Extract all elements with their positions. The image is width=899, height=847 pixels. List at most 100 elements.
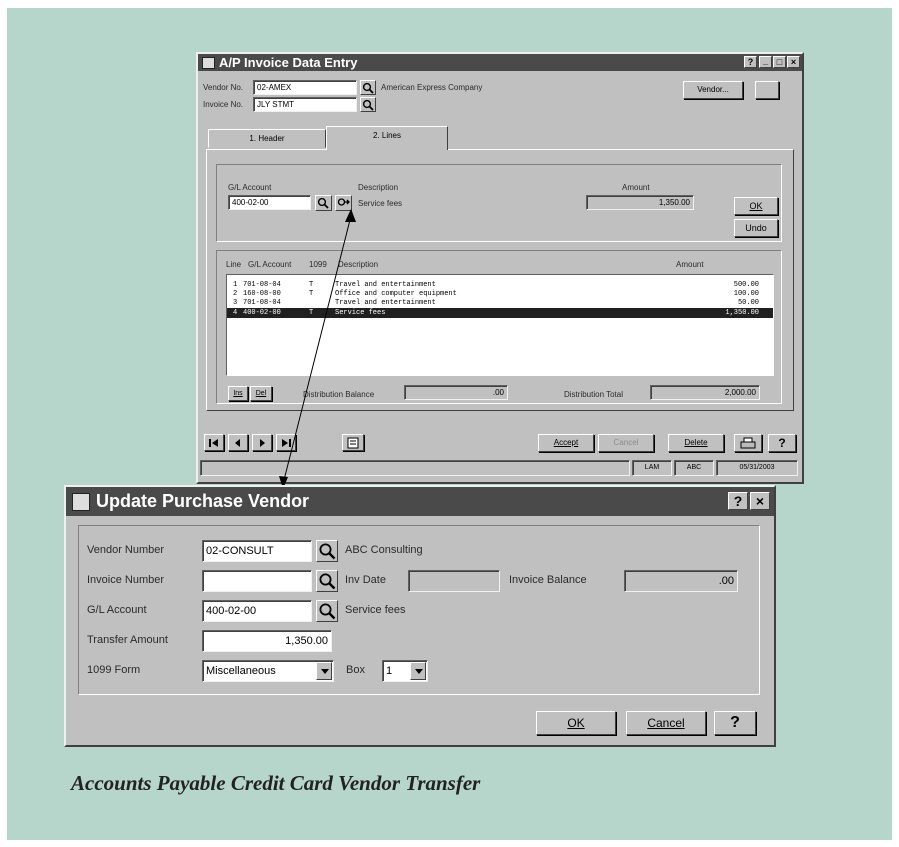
gl-account-field[interactable]: 400-02-00 xyxy=(228,195,311,210)
table-row-selected[interactable]: 4 400-02-00 T Service fees 1,350.00 xyxy=(227,308,773,318)
last-record-icon xyxy=(282,439,291,447)
grid-header-1099: 1099 xyxy=(309,260,327,269)
invoice-balance-label: Invoice Balance xyxy=(509,574,587,586)
form-1099-label: 1099 Form xyxy=(87,664,141,676)
status-company: ABC xyxy=(674,460,714,476)
invoice-window: A/P Invoice Data Entry ? _ □ × Vendor No… xyxy=(196,52,804,484)
gl-account-label: G/L Account xyxy=(228,183,272,192)
distribution-total-label: Distribution Total xyxy=(564,390,623,399)
printer-icon xyxy=(740,437,756,449)
gl-description: Service fees xyxy=(345,604,406,616)
app-icon xyxy=(72,492,90,511)
row-line: 1 xyxy=(233,281,238,289)
tab-lines[interactable]: 2. Lines xyxy=(326,126,448,150)
status-date: 05/31/2003 xyxy=(716,460,798,476)
close-button[interactable]: × xyxy=(787,56,800,68)
delete-button[interactable]: Delete xyxy=(668,434,724,452)
inv-date-label: Inv Date xyxy=(345,574,386,586)
form-1099-select[interactable]: Miscellaneous xyxy=(202,660,334,682)
grid-header-amount: Amount xyxy=(676,260,704,269)
status-user: LAM xyxy=(632,460,672,476)
table-row[interactable]: 1 701-08-04 T Travel and entertainment 5… xyxy=(227,281,773,290)
memo-button[interactable] xyxy=(342,434,364,451)
gl-lookup-button[interactable] xyxy=(316,600,338,622)
magnifier-icon xyxy=(319,543,336,560)
transfer-amount-field[interactable]: 1,350.00 xyxy=(202,630,332,652)
first-record-icon xyxy=(209,439,218,447)
row-1099: T xyxy=(309,290,314,298)
box-dropdown-icon[interactable] xyxy=(410,662,426,680)
memo-icon xyxy=(347,437,359,449)
row-1099: T xyxy=(309,309,314,317)
previous-icon xyxy=(235,439,240,447)
close-button[interactable]: × xyxy=(750,492,770,510)
invoice-titlebar: A/P Invoice Data Entry ? _ □ × xyxy=(198,54,802,71)
first-record-button[interactable] xyxy=(204,434,224,451)
vendor-number-label: Vendor Number xyxy=(87,544,165,556)
status-message xyxy=(200,460,630,476)
row-description: Travel and entertainment xyxy=(335,299,436,307)
row-description: Travel and entertainment xyxy=(335,281,436,289)
gl-lookup-button[interactable] xyxy=(315,195,332,211)
vendor-no-field[interactable]: 02-AMEX xyxy=(253,80,357,95)
figure-caption: Accounts Payable Credit Card Vendor Tran… xyxy=(71,771,481,795)
help-button[interactable]: ? xyxy=(714,711,756,735)
row-line: 2 xyxy=(233,290,238,298)
undo-button[interactable]: Undo xyxy=(734,219,778,237)
previous-record-button[interactable] xyxy=(228,434,248,451)
row-amount: 50.00 xyxy=(737,299,759,307)
app-icon xyxy=(202,56,215,69)
grid-header-gl-account: G/L Account xyxy=(248,260,292,269)
transfer-vendor-button[interactable] xyxy=(335,195,352,211)
invoice-lookup-button[interactable] xyxy=(316,570,338,592)
table-row[interactable]: 2 160-08-00 T Office and computer equipm… xyxy=(227,290,773,299)
last-record-button[interactable] xyxy=(276,434,296,451)
form-1099-dropdown-icon[interactable] xyxy=(316,662,332,680)
vendor-extra-button[interactable] xyxy=(755,81,779,99)
row-gl: 400-02-00 xyxy=(243,309,281,317)
vendor-number-field[interactable]: 02-CONSULT xyxy=(202,540,312,562)
magnifier-icon xyxy=(319,573,336,590)
tab-header[interactable]: 1. Header xyxy=(208,129,326,148)
minimize-button[interactable]: _ xyxy=(759,56,772,68)
inv-date-field xyxy=(408,570,500,592)
vendor-name: American Express Company xyxy=(381,83,483,92)
maximize-button[interactable]: □ xyxy=(773,56,786,68)
row-description: Office and computer equipment xyxy=(335,290,457,298)
lines-grid[interactable]: 1 701-08-04 T Travel and entertainment 5… xyxy=(226,274,774,376)
invoice-number-field[interactable] xyxy=(202,570,312,592)
update-vendor-dialog: Update Purchase Vendor ? × Vendor Number… xyxy=(64,485,776,747)
amount-field[interactable]: 1,350.00 xyxy=(586,195,694,210)
invoice-no-field[interactable]: JLY STMT xyxy=(253,97,357,112)
invoice-number-label: Invoice Number xyxy=(87,574,165,586)
delete-line-button[interactable]: Del xyxy=(250,386,272,401)
ok-button[interactable]: OK xyxy=(734,197,778,215)
update-titlebar: Update Purchase Vendor ? × xyxy=(66,487,774,516)
row-gl: 160-08-00 xyxy=(243,290,281,298)
table-row[interactable]: 3 701-08-04 Travel and entertainment 50.… xyxy=(227,299,773,308)
insert-line-button[interactable]: Ins xyxy=(228,386,248,401)
accept-button[interactable]: Accept xyxy=(538,434,594,452)
cancel-button[interactable]: Cancel xyxy=(626,711,706,735)
gl-account-field[interactable]: 400-02-00 xyxy=(202,600,312,622)
next-icon xyxy=(260,439,265,447)
vendor-button[interactable]: Vendor... xyxy=(683,81,743,99)
help-button[interactable]: ? xyxy=(768,434,796,452)
next-record-button[interactable] xyxy=(252,434,272,451)
vendor-lookup-button[interactable] xyxy=(360,80,376,95)
cancel-button[interactable]: Cancel xyxy=(598,434,654,452)
magnifier-icon xyxy=(317,197,329,209)
print-button[interactable] xyxy=(734,434,762,452)
box-label: Box xyxy=(346,664,365,676)
invoice-window-title: A/P Invoice Data Entry xyxy=(219,55,358,70)
help-title-button[interactable]: ? xyxy=(728,492,748,510)
vendor-lookup-button[interactable] xyxy=(316,540,338,562)
ok-button[interactable]: OK xyxy=(536,711,616,735)
distribution-balance-field: .00 xyxy=(404,385,508,400)
transfer-icon xyxy=(337,198,350,206)
vendor-no-label: Vendor No. xyxy=(203,83,244,92)
description-value: Service fees xyxy=(358,199,403,208)
help-title-button[interactable]: ? xyxy=(744,56,757,68)
invoice-lookup-button[interactable] xyxy=(360,97,376,112)
row-amount: 1,350.00 xyxy=(725,309,759,317)
